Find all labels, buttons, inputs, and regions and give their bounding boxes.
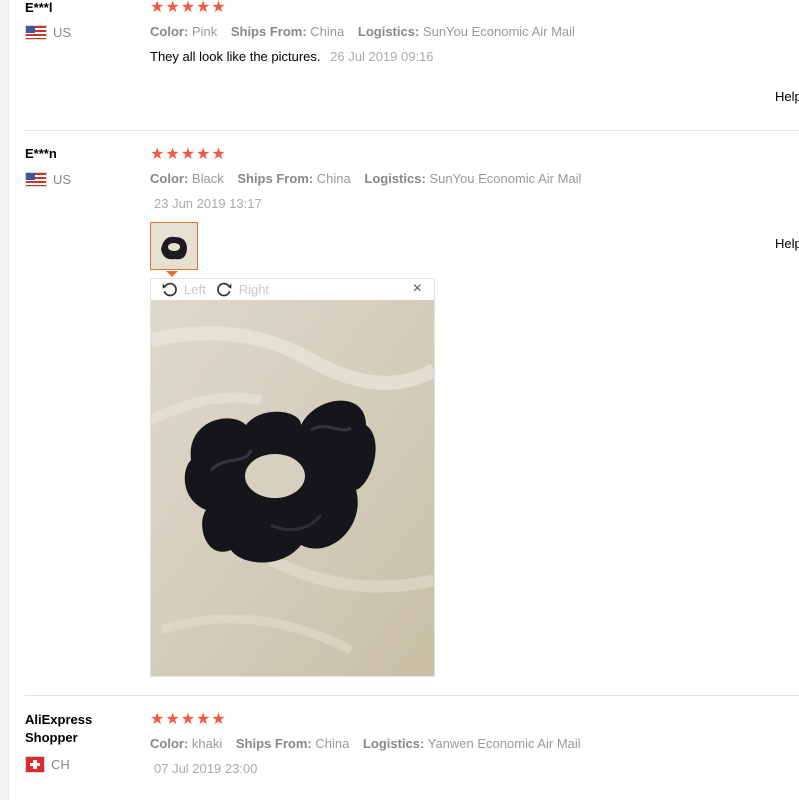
logistics-value: SunYou Economic Air Mail	[429, 171, 582, 186]
photo-viewer-toolbar: Left Right ×	[151, 279, 434, 299]
star-rating: ★★★★★	[150, 0, 227, 16]
review-meta: Color: Black Ships From: China Logistics…	[150, 171, 581, 186]
logistics-label: Logistics:	[362, 736, 425, 751]
ships-from-value: China	[310, 24, 345, 39]
review-date: 26 Jul 2019 09:16	[330, 49, 434, 64]
scrunchie-photo	[151, 300, 434, 676]
review-text: They all look like the pictures.	[150, 49, 321, 64]
color-label: Color:	[150, 171, 189, 186]
ships-from-label: Ships From:	[235, 736, 312, 751]
color-label: Color:	[150, 24, 189, 39]
review-date: 23 Jun 2019 13:17	[154, 196, 262, 211]
color-value: Black	[191, 171, 224, 186]
color-label: Color:	[150, 736, 189, 751]
rotate-left-button[interactable]: Left	[161, 281, 206, 298]
review-photo-thumbnail[interactable]	[150, 222, 198, 270]
page-left-edge	[0, 0, 9, 800]
review-body: 23 Jun 2019 13:17	[148, 196, 262, 211]
reviewer-name: E***l	[25, 0, 53, 15]
ships-from-label: Ships From:	[237, 171, 314, 186]
reviewer-name: E***n	[25, 146, 57, 161]
rotate-right-label: Right	[238, 281, 270, 297]
logistics-value: SunYou Economic Air Mail	[422, 24, 575, 39]
rotate-left-icon	[162, 282, 177, 296]
review-date: 07 Jul 2019 23:00	[154, 761, 258, 776]
reviewer-country: US	[25, 172, 71, 187]
ships-from-value: China	[315, 736, 350, 751]
country-code: US	[53, 172, 72, 187]
review-body: They all look like the pictures. 26 Jul …	[150, 49, 434, 64]
reviewer-country: US	[25, 25, 71, 40]
star-rating: ★★★★★	[150, 711, 227, 728]
ships-from-label: Ships From:	[230, 24, 307, 39]
review-photo-large	[151, 300, 434, 676]
logistics-label: Logistics:	[357, 24, 420, 39]
photo-viewer: Left Right ×	[150, 278, 435, 677]
thumbnail-selected-arrow	[166, 271, 178, 277]
review-meta: Color: khaki Ships From: China Logistics…	[150, 736, 581, 751]
reviewer-name: AliExpress Shopper	[25, 712, 93, 745]
star-rating: ★★★★★	[150, 146, 227, 163]
close-icon[interactable]: ×	[413, 280, 422, 298]
reviewer-country: CH	[25, 756, 70, 773]
country-code: US	[53, 25, 72, 40]
review-divider	[25, 130, 799, 131]
rotate-right-icon	[216, 282, 231, 296]
scrunchie-thumbnail-image	[151, 223, 197, 269]
logistics-label: Logistics:	[364, 171, 426, 186]
swiss-flag-icon	[25, 756, 45, 773]
rotate-left-label: Left	[184, 281, 206, 297]
ships-from-value: China	[316, 171, 351, 186]
color-value: Pink	[191, 24, 218, 39]
helpful-button[interactable]: Helpful?	[775, 236, 799, 251]
logistics-value: Yanwen Economic Air Mail	[427, 736, 581, 751]
helpful-button[interactable]: Helpful?	[775, 89, 799, 104]
color-value: khaki	[191, 736, 223, 751]
country-code: CH	[51, 757, 70, 772]
review-divider	[25, 695, 799, 696]
us-flag-icon	[25, 25, 47, 40]
review-meta: Color: Pink Ships From: China Logistics:…	[150, 24, 575, 39]
review-body: 07 Jul 2019 23:00	[148, 761, 257, 776]
us-flag-icon	[25, 172, 47, 187]
rotate-right-button[interactable]: Right	[216, 281, 269, 298]
